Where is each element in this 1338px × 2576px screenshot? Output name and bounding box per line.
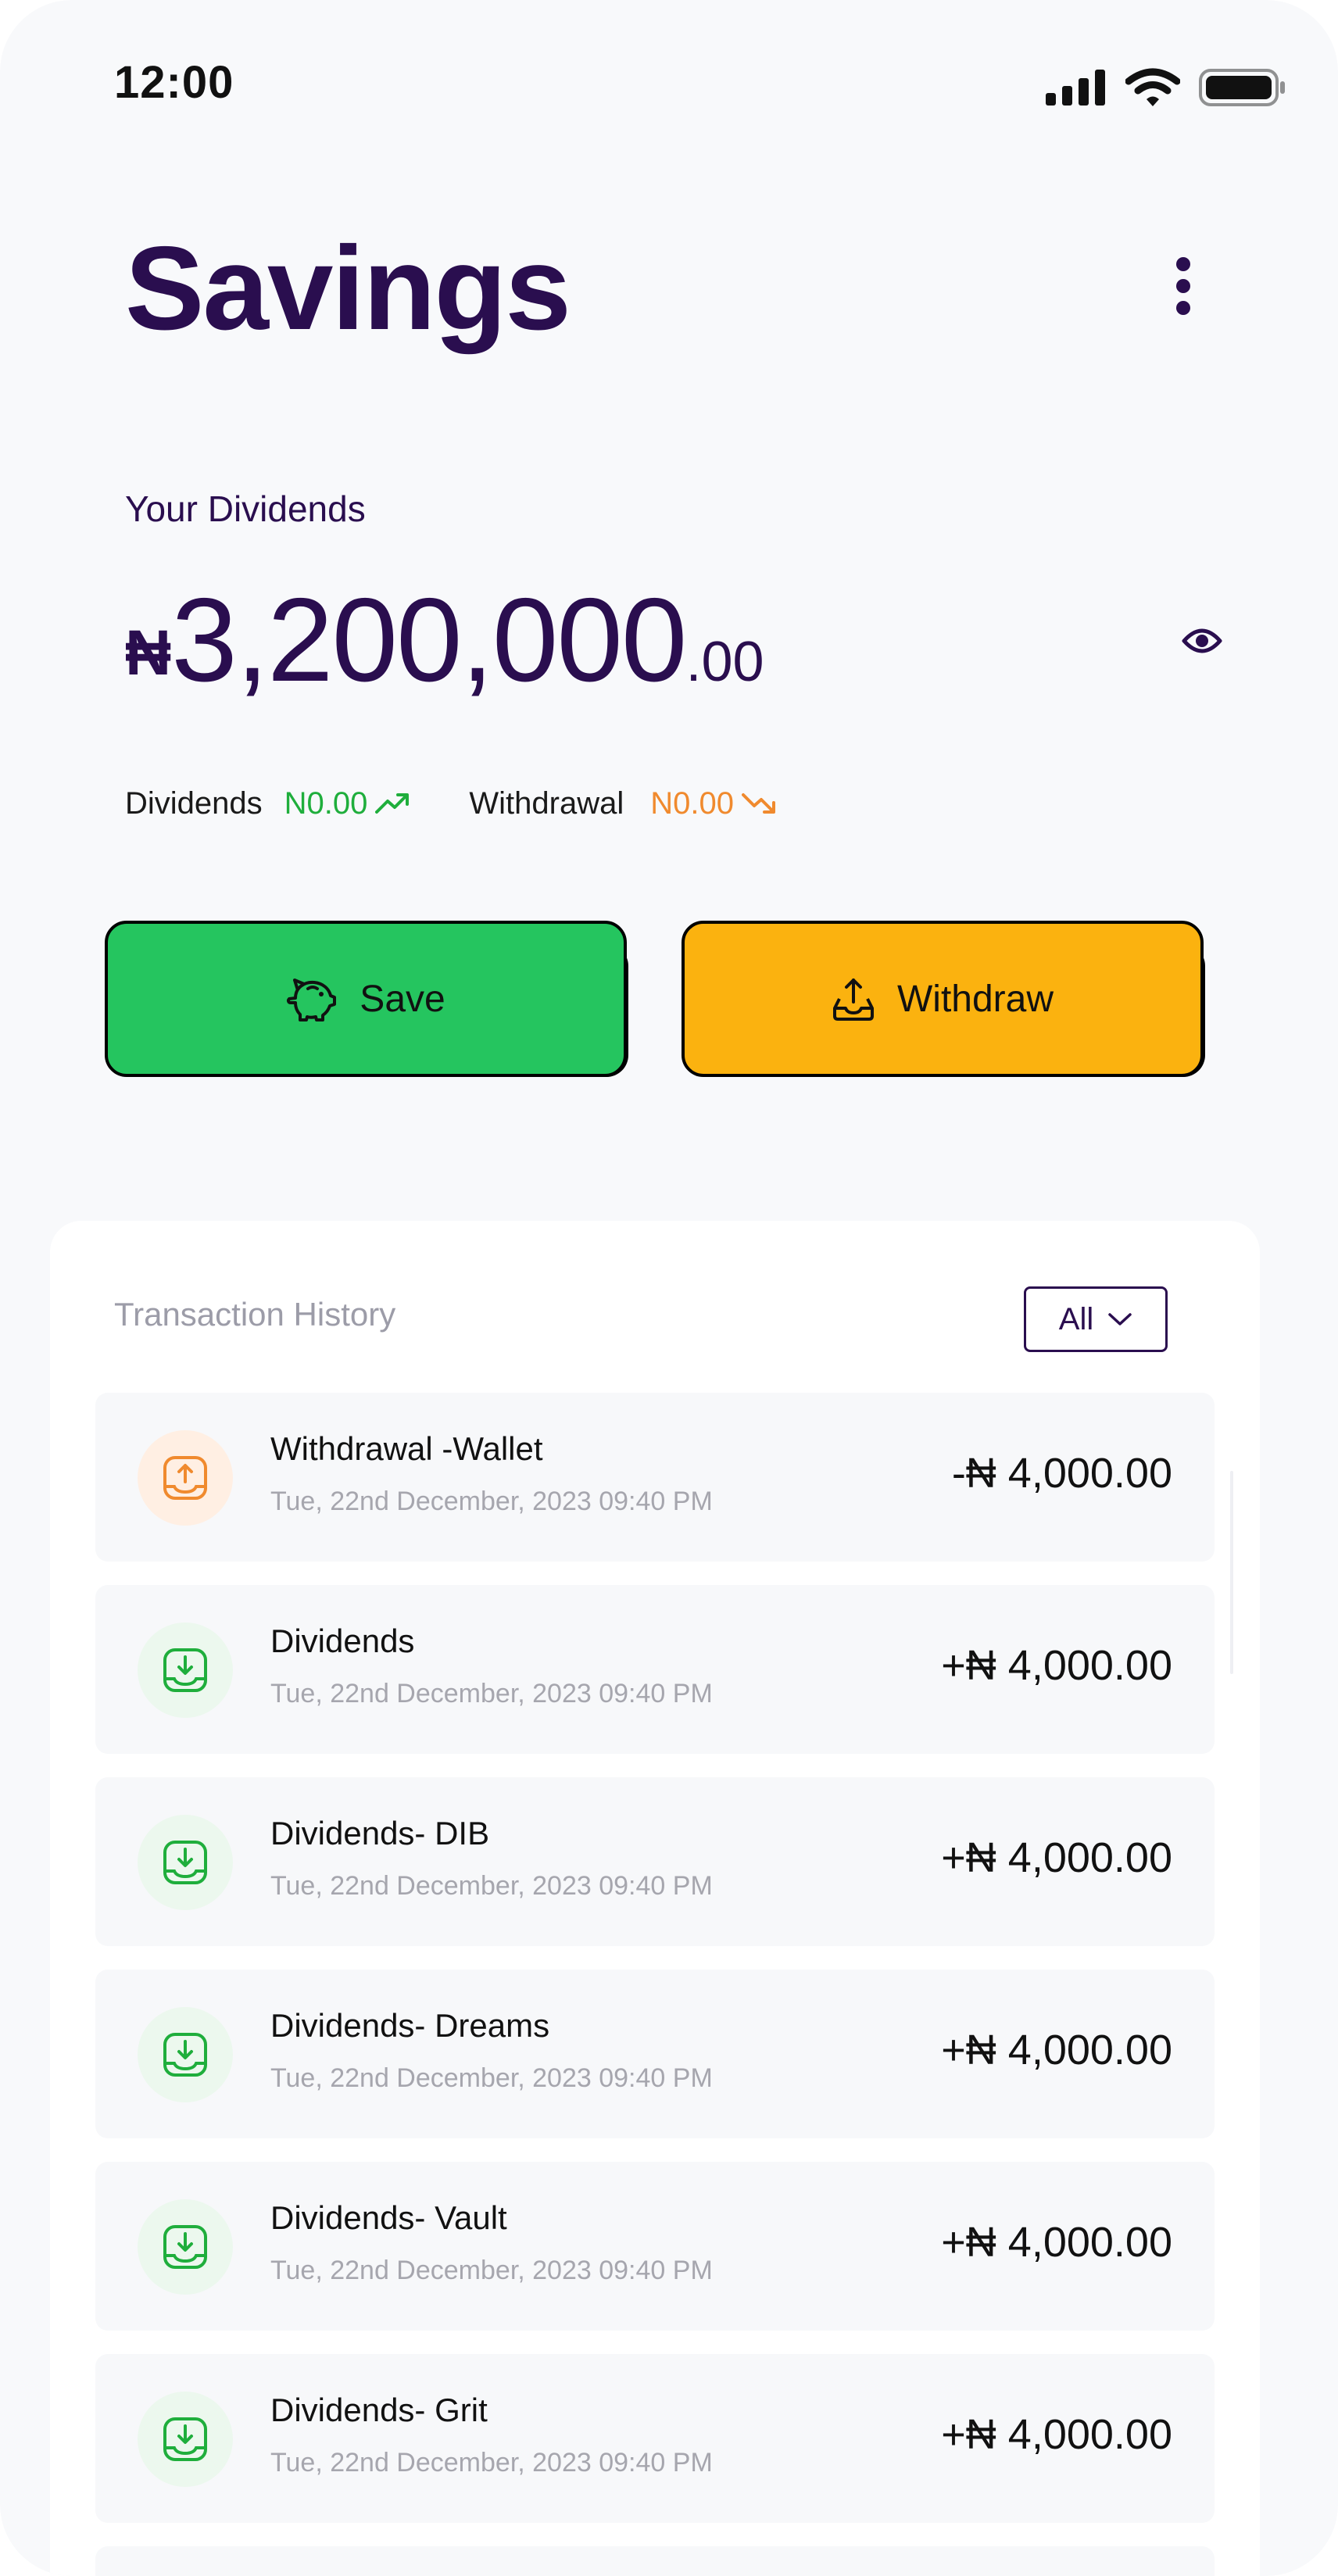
transaction-date: Tue, 22nd December, 2023 09:40 PM <box>270 1679 713 1708</box>
filter-dropdown[interactable]: All <box>1024 1286 1168 1352</box>
stat-withdrawal-value: N0.00 <box>650 785 734 821</box>
balance-currency: ₦ <box>125 617 172 689</box>
stat-dividends-value: N0.00 <box>284 785 368 821</box>
transaction-date: Tue, 22nd December, 2023 09:40 PM <box>270 1487 713 1516</box>
transaction-amount: +₦ 4,000.00 <box>941 2411 1172 2458</box>
save-button[interactable]: Save <box>105 921 627 1077</box>
wifi-icon <box>1125 68 1180 106</box>
stat-dividends-label: Dividends <box>125 785 263 821</box>
transaction-name: Dividends- Dreams <box>270 2007 550 2044</box>
transaction-name: Dividends <box>270 1623 415 1659</box>
save-button-wrap: Save <box>105 921 628 1077</box>
withdraw-button[interactable]: Withdraw <box>682 921 1204 1077</box>
download-icon <box>163 1648 207 1692</box>
transaction-name: Dividends- DIB <box>270 1815 490 1852</box>
transaction-row[interactable]: Dividends- DIB Tue, 22nd December, 2023 … <box>95 1777 1215 1946</box>
transaction-row-partial[interactable] <box>95 2546 1215 2576</box>
save-button-label: Save <box>360 978 445 1020</box>
filter-value: All <box>1058 1301 1094 1336</box>
transaction-icon-inflow <box>138 2007 233 2102</box>
trend-up-icon <box>375 793 410 814</box>
transaction-name: Withdrawal -Wallet <box>270 1430 543 1467</box>
transaction-history-title: Transaction History <box>114 1296 396 1333</box>
battery-icon <box>1199 69 1285 106</box>
transaction-amount: -₦ 4,000.00 <box>951 1450 1172 1497</box>
dividends-label: Your Dividends <box>125 488 366 529</box>
kebab-menu-icon[interactable] <box>1168 256 1199 316</box>
transaction-icon-outflow <box>138 1430 233 1526</box>
stats-row: Dividends N0.00 Withdrawal N0.00 <box>125 782 776 825</box>
phone-screen: 12:00 Savings Your Dividends ₦3,200,000.… <box>0 0 1338 2576</box>
transaction-row[interactable]: Withdrawal -Wallet Tue, 22nd December, 2… <box>95 1393 1215 1562</box>
status-time: 12:00 <box>114 57 234 108</box>
balance-decimals: .00 <box>685 631 764 693</box>
transaction-date: Tue, 22nd December, 2023 09:40 PM <box>270 2448 713 2478</box>
transaction-row[interactable]: Dividends Tue, 22nd December, 2023 09:40… <box>95 1585 1215 1754</box>
transaction-icon-inflow <box>138 2392 233 2487</box>
signal-icon <box>1046 70 1105 106</box>
withdraw-button-label: Withdraw <box>896 978 1054 1020</box>
transaction-history-card: Transaction History All Withdrawal -Wall… <box>50 1221 1260 2576</box>
transaction-date: Tue, 22nd December, 2023 09:40 PM <box>270 1871 713 1901</box>
page-title: Savings <box>125 222 571 355</box>
balance-main: 3,200,000 <box>171 574 687 707</box>
trend-down-icon <box>742 793 775 814</box>
download-icon <box>163 2225 207 2269</box>
transaction-name: Dividends- Grit <box>270 2392 488 2428</box>
withdraw-button-wrap: Withdraw <box>682 921 1205 1077</box>
transaction-amount: +₦ 4,000.00 <box>941 2219 1172 2266</box>
piggy-bank-icon <box>287 979 337 1021</box>
transaction-row[interactable]: Dividends- Grit Tue, 22nd December, 2023… <box>95 2354 1215 2523</box>
transaction-icon-inflow <box>138 1623 233 1718</box>
upload-icon <box>163 1456 207 1500</box>
download-icon <box>163 2033 207 2077</box>
balance-amount: ₦3,200,000.00 <box>125 572 764 709</box>
status-icons <box>1046 66 1286 109</box>
withdraw-icon <box>832 979 874 1021</box>
transaction-date: Tue, 22nd December, 2023 09:40 PM <box>270 2063 713 2093</box>
transaction-row[interactable]: Dividends- Dreams Tue, 22nd December, 20… <box>95 1970 1215 2138</box>
chevron-down-icon <box>1108 1313 1132 1326</box>
download-icon <box>163 2417 207 2461</box>
transaction-amount: +₦ 4,000.00 <box>941 1642 1172 1689</box>
transaction-amount: +₦ 4,000.00 <box>941 2027 1172 2073</box>
transaction-icon-inflow <box>138 2199 233 2295</box>
download-icon <box>163 1841 207 1884</box>
transaction-amount: +₦ 4,000.00 <box>941 1834 1172 1881</box>
transaction-date: Tue, 22nd December, 2023 09:40 PM <box>270 2256 713 2285</box>
transaction-icon-inflow <box>138 1815 233 1910</box>
transaction-name: Dividends- Vault <box>270 2199 507 2236</box>
eye-icon[interactable] <box>1182 624 1222 658</box>
scrollbar[interactable] <box>1230 1471 1233 1674</box>
transaction-row[interactable]: Dividends- Vault Tue, 22nd December, 202… <box>95 2162 1215 2331</box>
stat-withdrawal-label: Withdrawal <box>469 785 624 821</box>
